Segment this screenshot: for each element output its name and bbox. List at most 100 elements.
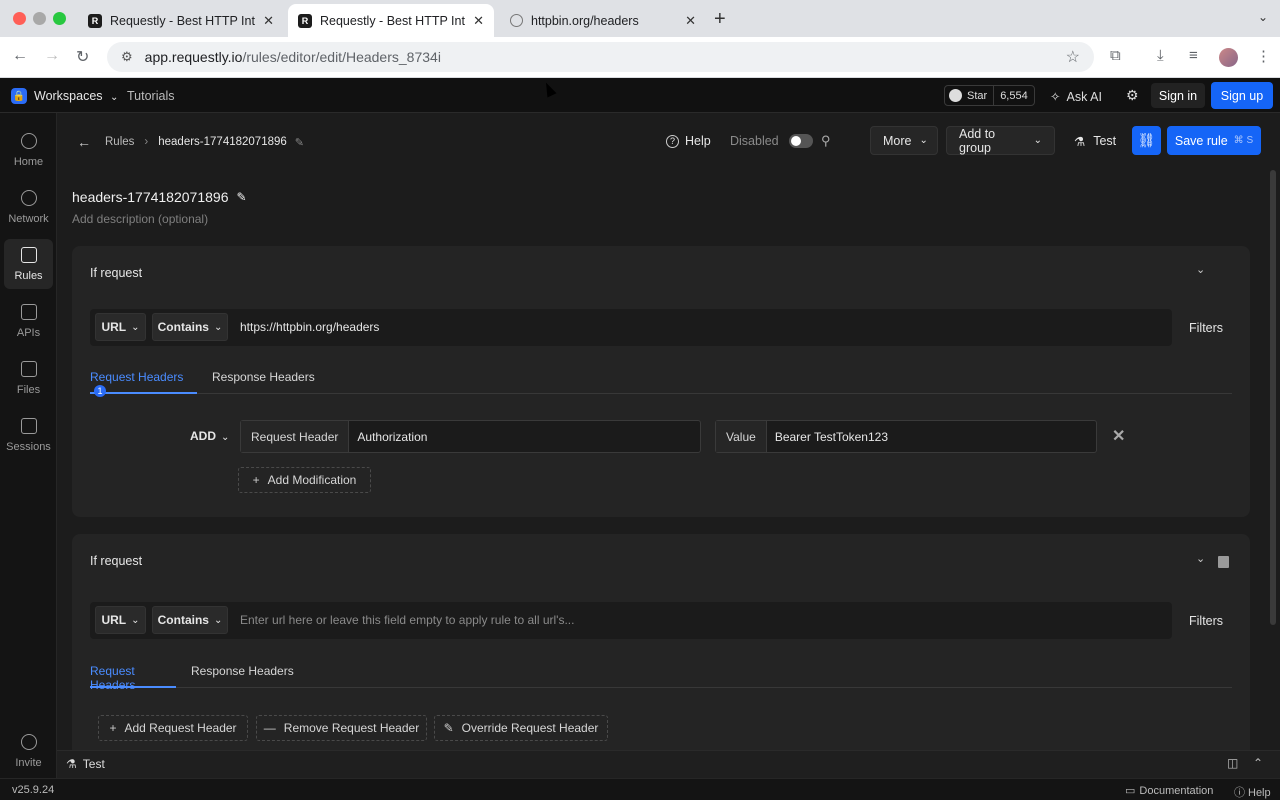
close-tab-icon[interactable]: ✕ <box>473 13 484 29</box>
sidebar-item-label: Invite <box>15 756 42 769</box>
delete-pair-trash-icon[interactable] <box>1218 556 1229 568</box>
rule-pair-1: If request ⌄ URL ⌄ Contains ⌄ https://http… <box>72 246 1250 517</box>
add-request-header-button[interactable]: + Add Request Header <box>98 715 248 741</box>
documentation-link[interactable]: ▭ Documentation <box>1125 784 1213 797</box>
more-label: More <box>883 133 912 148</box>
home-icon <box>20 132 37 149</box>
browser-tab-1[interactable]: R Requestly - Best HTTP Interc ✕ <box>78 4 284 37</box>
sidebar-item-sessions[interactable]: Sessions <box>4 410 53 460</box>
test-button[interactable]: ⚗ Test <box>1074 127 1116 155</box>
pair-title: If request <box>90 554 143 568</box>
tab-label: Request Headers <box>90 370 184 384</box>
edit-pencil-icon[interactable]: ✎ <box>295 136 304 149</box>
back-icon[interactable]: ← <box>12 47 28 65</box>
tab-request-headers[interactable]: Request Headers <box>90 664 176 692</box>
help-link[interactable]: ⓘ Help <box>1234 784 1271 800</box>
rule-name[interactable]: headers-1774182071896 ✎ <box>72 189 247 205</box>
workspaces-dropdown[interactable]: Workspaces ⌄ <box>34 89 118 103</box>
rule-description-input[interactable]: Add description (optional) <box>72 212 208 226</box>
maximize-window-button[interactable] <box>53 12 66 25</box>
invite-icon <box>20 733 37 750</box>
star-label: Star <box>967 89 988 102</box>
sidebar-item-files[interactable]: Files <box>4 353 53 403</box>
source-key-dropdown[interactable]: URL ⌄ <box>95 606 146 634</box>
operator-label: Contains <box>157 613 209 627</box>
minus-icon: — <box>263 721 276 735</box>
extensions-icon[interactable]: ⧉ <box>1110 47 1121 64</box>
back-arrow-icon[interactable]: ← <box>77 134 91 150</box>
edit-pencil-icon[interactable]: ✎ <box>236 190 246 204</box>
bookmark-star-icon[interactable]: ☆ <box>1066 47 1080 67</box>
tab-response-headers[interactable]: Response Headers <box>191 664 294 688</box>
tab-response-headers[interactable]: Response Headers <box>212 370 315 394</box>
test-panel-toggle[interactable]: ⚗ Test <box>66 757 105 771</box>
github-star-button[interactable]: Star 6,554 <box>944 85 1035 106</box>
sign-in-button[interactable]: Sign in <box>1151 83 1205 108</box>
chevron-up-icon[interactable]: ⌃ <box>1253 756 1263 770</box>
main-scrollbar[interactable] <box>1270 170 1276 625</box>
settings-gear-icon[interactable]: ⚙ <box>1126 87 1139 104</box>
source-key-dropdown[interactable]: URL ⌄ <box>95 313 146 341</box>
sidebar-item-label: Rules <box>14 269 43 282</box>
header-value-input[interactable]: Bearer TestToken123 <box>767 421 896 452</box>
breadcrumb-rules-link[interactable]: Rules <box>105 136 134 148</box>
close-tab-icon[interactable]: ✕ <box>263 13 274 29</box>
sign-up-button[interactable]: Sign up <box>1211 82 1273 109</box>
sidebar-item-invite[interactable]: Invite <box>4 726 53 776</box>
sidebar-item-label: Home <box>13 155 44 168</box>
browser-tab-3[interactable]: httpbin.org/headers ✕ <box>500 4 706 37</box>
site-info-icon[interactable]: ⚙ <box>121 49 133 65</box>
browser-tab-2[interactable]: R Requestly - Best HTTP Interc ✕ <box>288 4 494 37</box>
profile-avatar[interactable] <box>1219 48 1238 67</box>
close-window-button[interactable] <box>13 12 26 25</box>
media-control-icon[interactable]: ≡ <box>1189 47 1198 64</box>
url-input[interactable]: https://httpbin.org/headers <box>240 320 379 334</box>
header-name-input[interactable]: Authorization <box>349 421 435 452</box>
sidebar-item-network[interactable]: Network <box>4 182 53 232</box>
tab-title: Requestly - Best HTTP Interc <box>320 13 465 28</box>
api-icon <box>20 303 37 320</box>
url-input[interactable]: Enter url here or leave this field empty… <box>240 613 574 627</box>
pair-title: If request <box>90 266 143 280</box>
pin-icon[interactable]: ⚲ <box>821 127 831 155</box>
tutorials-link[interactable]: Tutorials <box>127 89 174 103</box>
star-count: 6,554 <box>1000 89 1028 102</box>
add-modification-button[interactable]: + Add Modification <box>238 467 371 493</box>
reload-icon[interactable]: ↻ <box>76 47 89 67</box>
collapse-chevron-icon[interactable]: ⌄ <box>1196 552 1205 565</box>
operator-dropdown[interactable]: Contains ⌄ <box>152 606 228 634</box>
new-tab-icon[interactable]: + <box>714 8 726 31</box>
browser-menu-icon[interactable]: ⋮ <box>1256 47 1271 65</box>
ask-ai-button[interactable]: ✧ Ask AI <box>1050 89 1102 104</box>
filters-button[interactable]: Filters <box>1189 614 1223 628</box>
address-bar[interactable]: ⚙ app.requestly.io/rules/editor/edit/Hea… <box>107 42 1094 72</box>
operator-dropdown[interactable]: Contains ⌄ <box>152 313 228 341</box>
save-rule-button[interactable]: Save rule ⌘ S <box>1167 126 1261 155</box>
filters-button[interactable]: Filters <box>1189 321 1223 335</box>
more-dropdown[interactable]: More ⌄ <box>870 126 938 155</box>
minimize-window-button[interactable] <box>33 12 46 25</box>
collapse-chevron-icon[interactable]: ⌄ <box>1196 263 1205 276</box>
override-request-header-button[interactable]: ✎ Override Request Header <box>434 715 608 741</box>
add-to-group-dropdown[interactable]: Add to group ⌄ <box>946 126 1055 155</box>
panel-layout-icon[interactable]: ◫ <box>1227 756 1238 770</box>
modification-type-dropdown[interactable]: ADD ⌄ <box>190 429 229 443</box>
source-condition: URL ⌄ Contains ⌄ Enter url here or leave t… <box>90 602 1172 639</box>
tab-search-icon[interactable]: ⌄ <box>1258 10 1268 24</box>
close-tab-icon[interactable]: ✕ <box>685 13 696 29</box>
header-value-field[interactable]: Value Bearer TestToken123 <box>715 420 1097 453</box>
share-link-button[interactable]: ⛓ <box>1132 126 1161 155</box>
help-button[interactable]: ? Help <box>666 127 711 155</box>
remove-request-header-button[interactable]: — Remove Request Header <box>256 715 427 741</box>
header-name-field[interactable]: Request Header Authorization <box>240 420 701 453</box>
forward-icon[interactable]: → <box>44 47 60 65</box>
sidebar-item-apis[interactable]: APIs <box>4 296 53 346</box>
rule-status-toggle[interactable] <box>788 134 813 148</box>
sidebar-item-rules[interactable]: Rules <box>4 239 53 289</box>
tab-request-headers[interactable]: Request Headers1 <box>90 370 197 397</box>
source-key-label: URL <box>101 320 127 334</box>
test-panel-label: Test <box>82 757 105 771</box>
download-icon[interactable]: ⤓ <box>1157 47 1164 64</box>
sidebar-item-home[interactable]: Home <box>4 125 53 175</box>
delete-modification-icon[interactable]: ✕ <box>1112 426 1125 446</box>
